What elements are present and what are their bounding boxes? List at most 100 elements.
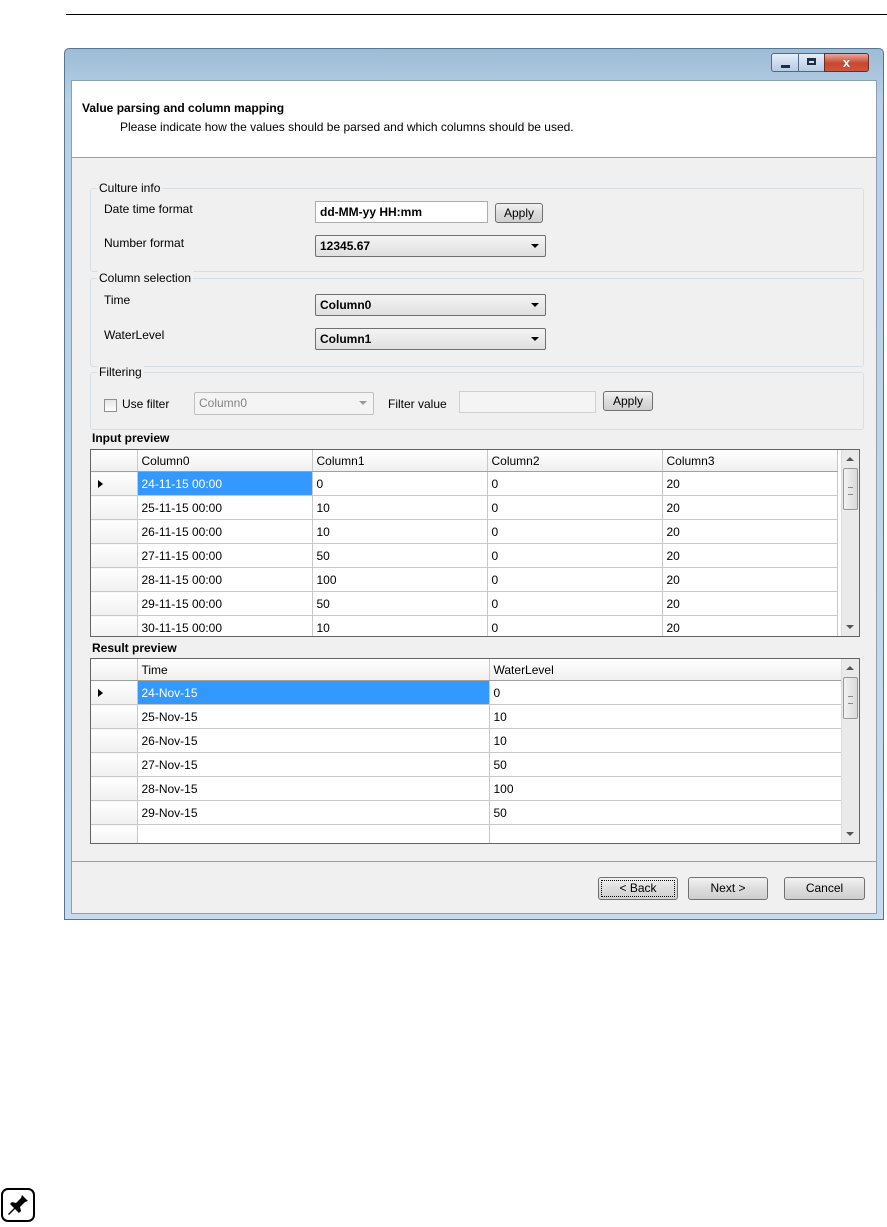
row-header[interactable] [91, 591, 138, 616]
table-cell[interactable]: 0 [487, 567, 663, 592]
scroll-thumb[interactable] [843, 677, 858, 719]
table-cell[interactable]: 24-11-15 00:00 [137, 471, 313, 496]
table-row[interactable]: 24-11-15 00:00 0 0 20 [91, 471, 838, 496]
table-row[interactable]: 27-11-15 00:00 50 0 20 [91, 543, 838, 568]
apply-datetime-button[interactable]: Apply [495, 203, 543, 223]
table-row[interactable]: 26-Nov-15 10 [91, 728, 842, 753]
table-cell[interactable]: 30-11-15 00:00 [137, 615, 313, 636]
table-cell[interactable]: 0 [487, 471, 663, 496]
next-button[interactable]: Next > [688, 877, 768, 900]
result-preview-scrollbar[interactable] [841, 659, 859, 843]
row-header[interactable] [91, 519, 138, 544]
time-column-select[interactable]: Column0 [315, 294, 546, 316]
column-header[interactable]: Column3 [662, 450, 838, 472]
minimize-button[interactable] [771, 53, 799, 72]
row-header[interactable] [91, 776, 138, 801]
chevron-down-icon [531, 244, 539, 248]
scroll-up-icon[interactable] [846, 457, 854, 461]
table-row[interactable]: 29-Nov-15 50 [91, 800, 842, 825]
filter-column-select[interactable]: Column0 [194, 392, 374, 415]
table-row[interactable]: 28-11-15 00:00 100 0 20 [91, 567, 838, 592]
row-header[interactable] [91, 543, 138, 568]
table-cell[interactable]: 20 [662, 543, 838, 568]
back-button[interactable]: < Back [598, 877, 678, 900]
scroll-up-icon[interactable] [846, 666, 854, 670]
maximize-button[interactable] [798, 53, 825, 72]
scroll-down-icon[interactable] [846, 832, 854, 836]
table-cell[interactable]: 50 [312, 591, 488, 616]
table-row[interactable]: 27-Nov-15 50 [91, 752, 842, 777]
filter-value-input[interactable] [459, 391, 596, 413]
table-row[interactable]: 24-Nov-15 0 [91, 680, 842, 705]
table-cell[interactable]: 10 [312, 519, 488, 544]
row-header[interactable] [91, 800, 138, 825]
table-cell[interactable]: 50 [489, 752, 842, 777]
row-header[interactable] [91, 495, 138, 520]
table-row[interactable] [91, 824, 842, 843]
row-header[interactable] [91, 824, 138, 843]
table-cell[interactable]: 28-11-15 00:00 [137, 567, 313, 592]
scroll-thumb[interactable] [843, 468, 858, 510]
table-cell[interactable]: 20 [662, 615, 838, 636]
scroll-down-icon[interactable] [846, 625, 854, 629]
number-format-select[interactable]: 12345.67 [315, 235, 546, 257]
table-cell[interactable]: 25-11-15 00:00 [137, 495, 313, 520]
row-header[interactable] [91, 704, 138, 729]
use-filter-checkbox[interactable] [104, 399, 117, 412]
table-cell[interactable]: 10 [489, 704, 842, 729]
row-header[interactable] [91, 471, 138, 496]
table-cell[interactable]: 0 [487, 495, 663, 520]
table-cell[interactable]: 10 [489, 728, 842, 753]
row-header[interactable] [91, 615, 138, 636]
column-header[interactable]: Column1 [312, 450, 488, 472]
table-row[interactable]: 28-Nov-15 100 [91, 776, 842, 801]
table-cell[interactable]: 20 [662, 471, 838, 496]
table-cell[interactable]: 50 [489, 800, 842, 825]
table-row[interactable]: 25-Nov-15 10 [91, 704, 842, 729]
close-button[interactable]: x [824, 53, 869, 72]
table-cell[interactable]: 29-Nov-15 [137, 800, 490, 825]
table-cell[interactable]: 26-11-15 00:00 [137, 519, 313, 544]
table-cell[interactable] [489, 824, 842, 843]
table-cell[interactable]: 26-Nov-15 [137, 728, 490, 753]
table-cell[interactable]: 27-11-15 00:00 [137, 543, 313, 568]
table-cell[interactable]: 10 [312, 615, 488, 636]
table-cell[interactable]: 0 [487, 615, 663, 636]
table-cell[interactable]: 20 [662, 591, 838, 616]
table-cell[interactable]: 0 [489, 680, 842, 705]
waterlevel-column-select[interactable]: Column1 [315, 328, 546, 350]
table-cell[interactable]: 100 [312, 567, 488, 592]
table-cell[interactable]: 0 [487, 591, 663, 616]
row-header[interactable] [91, 752, 138, 777]
column-header[interactable]: WaterLevel [489, 659, 842, 681]
table-cell[interactable]: 0 [312, 471, 488, 496]
column-header[interactable]: Time [137, 659, 490, 681]
table-cell[interactable]: 27-Nov-15 [137, 752, 490, 777]
table-cell[interactable]: 100 [489, 776, 842, 801]
table-cell[interactable]: 24-Nov-15 [137, 680, 490, 705]
table-cell[interactable]: 0 [487, 543, 663, 568]
cancel-button[interactable]: Cancel [784, 877, 865, 900]
input-preview-scrollbar[interactable] [841, 450, 859, 636]
column-header[interactable]: Column0 [137, 450, 313, 472]
table-cell[interactable]: 28-Nov-15 [137, 776, 490, 801]
row-header[interactable] [91, 680, 138, 705]
table-cell[interactable]: 10 [312, 495, 488, 520]
table-row[interactable]: 30-11-15 00:00 10 0 20 [91, 615, 838, 636]
table-cell[interactable] [137, 824, 490, 843]
table-row[interactable]: 26-11-15 00:00 10 0 20 [91, 519, 838, 544]
table-cell[interactable]: 0 [487, 519, 663, 544]
column-header[interactable]: Column2 [487, 450, 663, 472]
table-cell[interactable]: 20 [662, 495, 838, 520]
table-cell[interactable]: 50 [312, 543, 488, 568]
apply-filter-button[interactable]: Apply [603, 391, 653, 411]
table-cell[interactable]: 20 [662, 519, 838, 544]
row-header[interactable] [91, 567, 138, 592]
row-header[interactable] [91, 728, 138, 753]
datetime-format-input[interactable]: dd-MM-yy HH:mm [315, 201, 488, 223]
table-cell[interactable]: 29-11-15 00:00 [137, 591, 313, 616]
table-cell[interactable]: 20 [662, 567, 838, 592]
table-row[interactable]: 29-11-15 00:00 50 0 20 [91, 591, 838, 616]
table-cell[interactable]: 25-Nov-15 [137, 704, 490, 729]
table-row[interactable]: 25-11-15 00:00 10 0 20 [91, 495, 838, 520]
